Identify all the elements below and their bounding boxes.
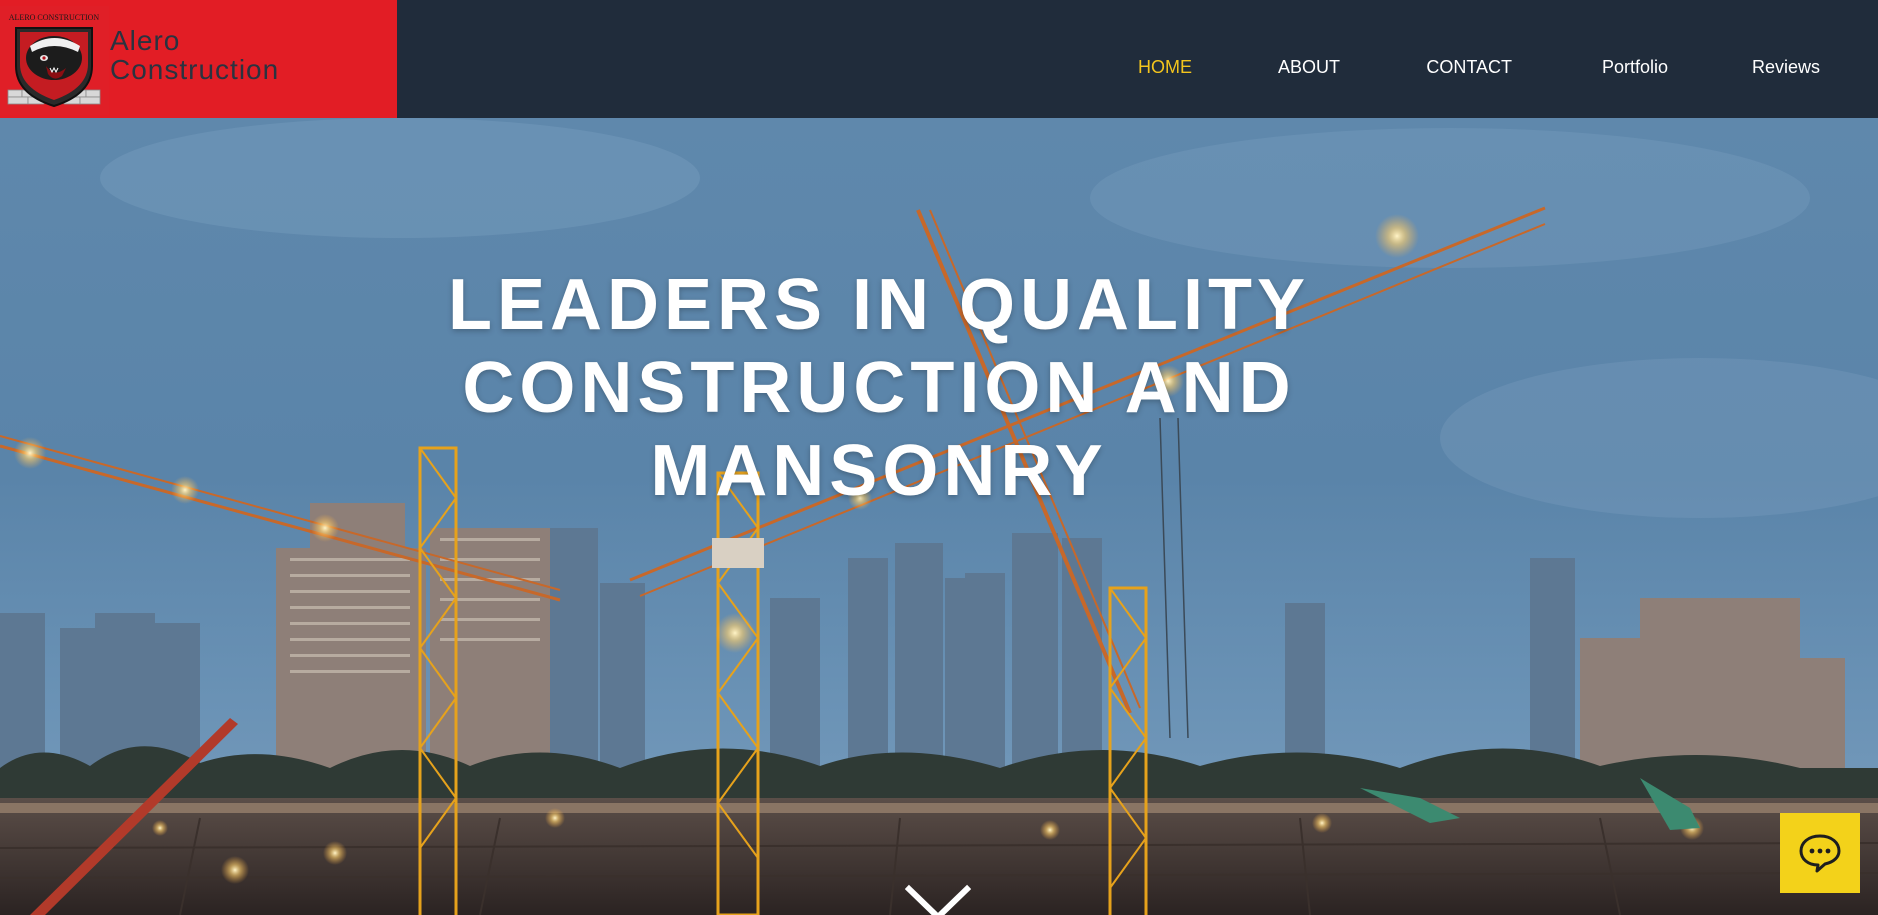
logo[interactable]: ALERO CONSTRUCTION [0, 6, 109, 115]
nav-item-reviews[interactable]: Reviews [1752, 57, 1820, 78]
main-nav: HOME ABOUT CONTACT Portfolio Reviews [1058, 0, 1878, 118]
nav-item-about[interactable]: ABOUT [1278, 57, 1340, 78]
brand-block[interactable]: ALERO CONSTRUCTION Alero Construction [0, 0, 397, 118]
hero-headline-line2: CONSTRUCTION AND [462, 348, 1296, 429]
site-header: ALERO CONSTRUCTION Alero Construction HO… [0, 0, 1878, 118]
chat-bubble-icon [1799, 834, 1841, 873]
brand-name-line1: Alero [110, 25, 181, 56]
hero-headline: LEADERS IN QUALITY CONSTRUCTION AND MANS… [0, 264, 1818, 513]
nav-item-portfolio[interactable]: Portfolio [1602, 57, 1668, 78]
logo-caption: ALERO CONSTRUCTION [9, 13, 100, 22]
hero-headline-line3: MANSONRY [650, 431, 1108, 512]
chat-button[interactable] [1780, 813, 1860, 893]
nav-item-home[interactable]: HOME [1138, 57, 1192, 78]
chevron-down-icon[interactable] [904, 883, 972, 915]
nav-item-contact[interactable]: CONTACT [1426, 57, 1512, 78]
honey-badger-logo-icon: ALERO CONSTRUCTION [0, 6, 109, 115]
hero-headline-line1: LEADERS IN QUALITY [447, 265, 1311, 346]
page: ALERO CONSTRUCTION Alero Construction HO… [0, 0, 1878, 915]
hero-background-image [0, 118, 1878, 915]
brand-name-line2: Construction [110, 54, 280, 85]
brand-name[interactable]: Alero Construction [110, 26, 279, 84]
hero-section: LEADERS IN QUALITY CONSTRUCTION AND MANS… [0, 118, 1878, 915]
